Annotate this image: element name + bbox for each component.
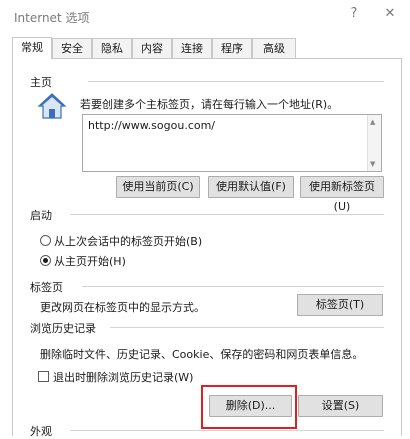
- history-settings-button[interactable]: 设置(S): [298, 395, 383, 417]
- use-current-button[interactable]: 使用当前页(C): [116, 176, 200, 198]
- radio-last-session-label: 从上次会话中的标签页开始(B): [54, 235, 203, 248]
- tabs-section-label: 标签页: [30, 279, 67, 295]
- home-icon: [37, 92, 67, 120]
- tabs-description: 更改网页在标签页中的显示方式。: [40, 301, 205, 314]
- tab-programs[interactable]: 程序: [212, 38, 252, 58]
- tab-general[interactable]: 常规: [12, 37, 52, 59]
- delete-on-exit-label: 退出时删除浏览历史记录(W): [53, 371, 194, 384]
- tabs-divider: [82, 286, 384, 287]
- startup-section-label: 启动: [30, 207, 56, 223]
- startup-divider: [70, 214, 384, 215]
- radio-home[interactable]: [40, 255, 51, 266]
- scroll-down-icon[interactable]: ▼: [370, 160, 375, 168]
- tab-advanced[interactable]: 高级: [252, 38, 296, 58]
- help-button[interactable]: ?: [344, 6, 364, 21]
- history-description: 删除临时文件、历史记录、Cookie、保存的密码和网页表单信息。: [40, 348, 364, 361]
- delete-on-exit-checkbox[interactable]: [38, 371, 49, 382]
- window-title: Internet 选项: [14, 11, 90, 25]
- history-divider: [110, 327, 384, 328]
- tab-connections[interactable]: 连接: [172, 38, 212, 58]
- home-description: 若要创建多个主标签页，请在每行输入一个地址(R)。: [80, 98, 339, 111]
- history-section-label: 浏览历史记录: [30, 320, 100, 336]
- close-button[interactable]: ✕: [380, 6, 400, 21]
- home-divider: [88, 81, 384, 82]
- home-url-text: http://www.sogou.com/: [88, 119, 216, 132]
- radio-home-label: 从主页开始(H): [54, 255, 126, 268]
- use-new-tab-button[interactable]: 使用新标签页(U): [300, 176, 384, 213]
- tab-privacy[interactable]: 隐私: [92, 38, 132, 58]
- scroll-up-icon[interactable]: ▲: [370, 118, 375, 126]
- textarea-scrollbar[interactable]: ▲ ▼: [367, 115, 381, 171]
- tab-content[interactable]: 内容: [132, 38, 172, 58]
- delete-history-button[interactable]: 删除(D)...: [209, 395, 292, 417]
- appearance-section-label: 外观: [30, 423, 56, 439]
- appearance-divider: [70, 430, 384, 431]
- tab-security[interactable]: 安全: [52, 38, 92, 58]
- radio-last-session[interactable]: [40, 235, 51, 246]
- home-section-label: 主页: [30, 74, 56, 90]
- tab-strip: 常规 安全 隐私 内容 连接 程序 高级: [12, 37, 402, 59]
- tabs-button[interactable]: 标签页(T): [297, 294, 383, 316]
- use-default-button[interactable]: 使用默认值(F): [208, 176, 294, 198]
- home-url-textarea[interactable]: http://www.sogou.com/ ▲ ▼: [82, 114, 382, 172]
